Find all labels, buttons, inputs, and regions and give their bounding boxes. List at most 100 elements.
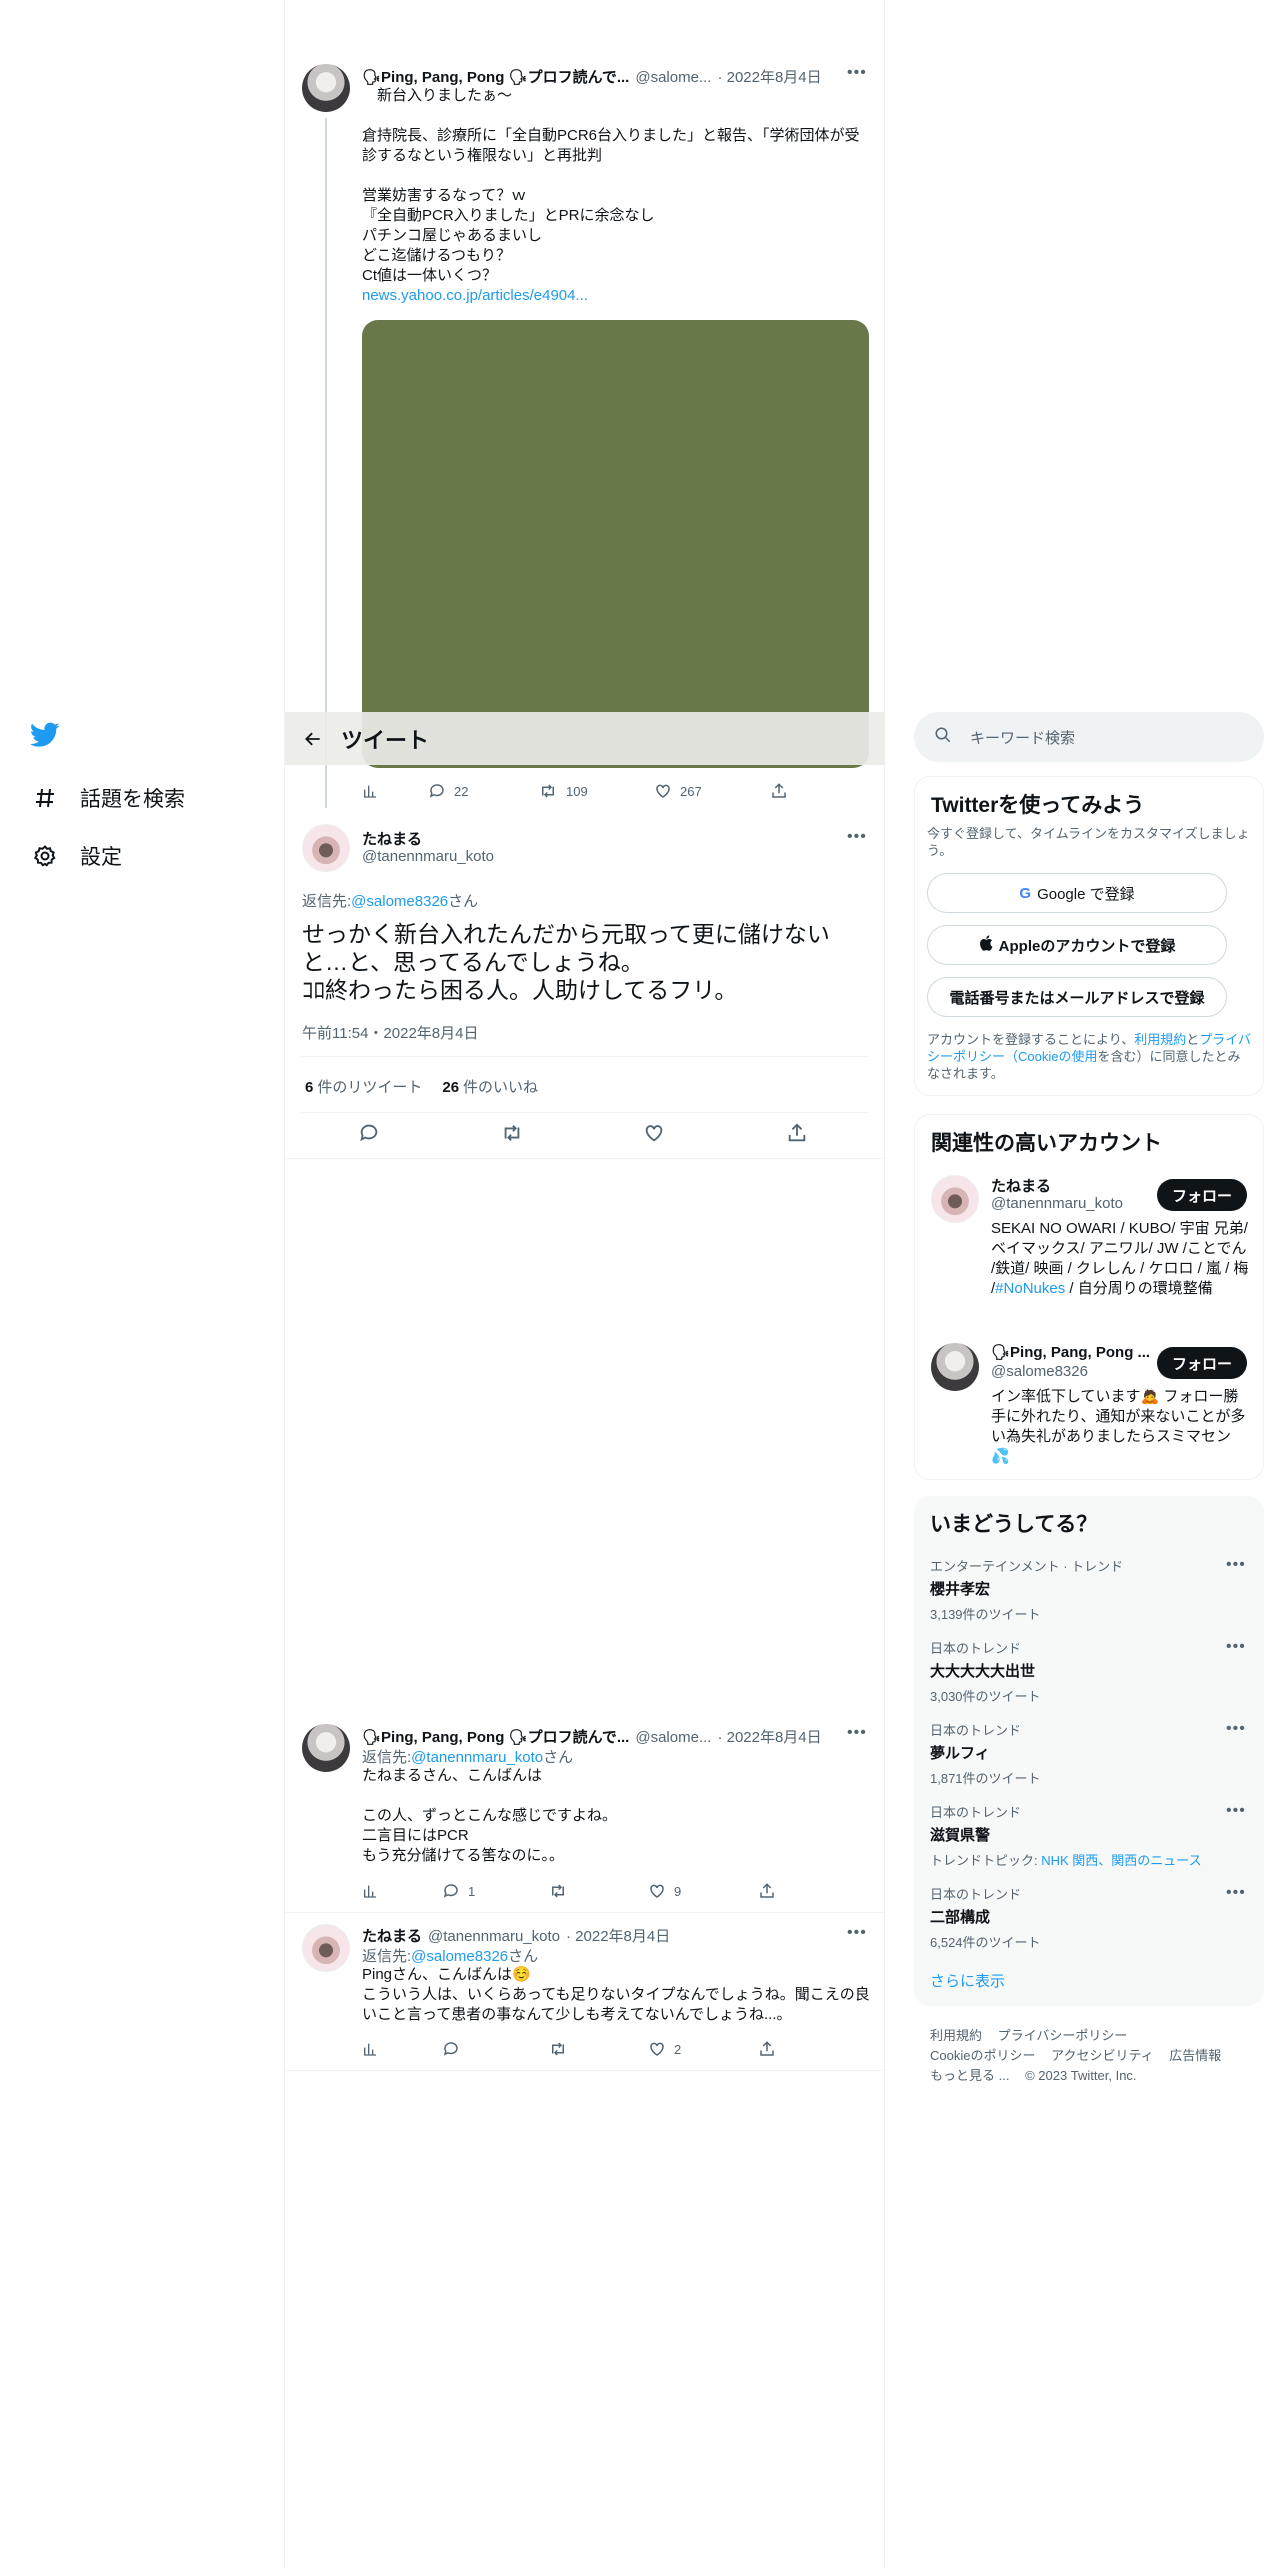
avatar[interactable] (302, 64, 350, 112)
article-link[interactable]: news.yahoo.co.jp/articles/e4904... (362, 286, 588, 306)
google-signup-button[interactable]: G Google で登録 (927, 873, 1227, 913)
retweet-icon[interactable] (501, 1122, 531, 1144)
avatar[interactable] (302, 824, 350, 872)
footer-link[interactable]: 広告情報 (1169, 2048, 1221, 2063)
more-icon[interactable]: ••• (1226, 1720, 1250, 1737)
footer: 利用規約 プライバシーポリシー Cookieのポリシー アクセシビリティ 広告情… (930, 2026, 1250, 2086)
trend-category: 日本のトレンド (930, 1805, 1022, 1820)
like-count: 9 (674, 1883, 682, 1899)
trend-item[interactable]: エンターテインメント · トレンド 櫻井孝宏 3,139件のツイート ••• (930, 1556, 1250, 1623)
nav-settings[interactable]: 設定 (30, 834, 122, 878)
reply-to-link[interactable]: @salome8326 (411, 1948, 508, 1965)
account-handle[interactable]: @salome8326 (991, 1363, 1088, 1380)
reply-context: 返信先: @tanennmaru_koto さん (362, 1746, 573, 1767)
nav-settings-label: 設定 (80, 846, 122, 869)
more-icon[interactable]: ••• (1226, 1802, 1250, 1819)
follow-button[interactable]: フォロー (1157, 1347, 1247, 1379)
retweet-stat-count: 6 (305, 1079, 314, 1096)
hashtag-link[interactable]: #NoNukes (995, 1280, 1065, 1297)
like-stat[interactable]: 26 件のいいね (442, 1076, 538, 1097)
footer-link[interactable]: アクセシビリティ (1051, 2048, 1154, 2063)
analytics-icon[interactable] (362, 783, 428, 799)
author-handle[interactable]: @salome... (635, 1729, 711, 1746)
like-button[interactable]: 2 (648, 2040, 758, 2058)
phone-signup-button[interactable]: 電話番号またはメールアドレスで登録 (927, 977, 1227, 1017)
divider (285, 1912, 885, 1913)
tweet-date[interactable]: · 2022年8月4日 (566, 1925, 670, 1946)
analytics-icon[interactable] (362, 2041, 442, 2057)
nav-explore[interactable]: 話題を検索 (30, 776, 185, 820)
tweet-media-image[interactable] (362, 320, 869, 768)
account-name[interactable]: たねまる (991, 1175, 1051, 1196)
footer-link[interactable]: 利用規約 (930, 2028, 982, 2043)
right-column: キーワード検索 Twitterを使ってみよう 今すぐ登録して、タイムラインをカス… (914, 0, 1264, 2568)
author-name[interactable]: 🗣Ping, Pang, Pong 🗣プロフ読んで... (362, 66, 629, 87)
search-icon (934, 726, 970, 748)
avatar[interactable] (931, 1175, 979, 1223)
avatar[interactable] (302, 1724, 350, 1772)
like-button[interactable]: 9 (648, 1882, 758, 1900)
more-icon[interactable]: ••• (847, 1924, 871, 1941)
more-icon[interactable]: ••• (1226, 1638, 1250, 1655)
reply-button[interactable]: 22 (428, 782, 538, 800)
like-button[interactable]: 267 (654, 782, 770, 800)
retweet-button[interactable]: 109 (538, 782, 654, 800)
share-icon[interactable] (758, 2040, 784, 2058)
reply-suffix: さん (448, 893, 479, 910)
apple-signup-button[interactable]: Appleのアカウントで登録 (927, 925, 1227, 965)
tweet-header: 🗣Ping, Pang, Pong 🗣プロフ読んで... @salome... … (362, 66, 822, 87)
like-count: 267 (680, 783, 702, 799)
trend-category: 日本のトレンド (930, 1723, 1022, 1738)
analytics-icon[interactable] (362, 1883, 442, 1899)
trend-item[interactable]: 日本のトレンド 二部構成 6,524件のツイート ••• (930, 1884, 1250, 1951)
retweet-button[interactable] (548, 1882, 648, 1900)
author-handle[interactable]: @salome... (635, 69, 711, 86)
trend-topic: トレンドトピック: NHK 関西、関西のニュース (930, 1850, 1250, 1869)
footer-link[interactable]: Cookieのポリシー (930, 2048, 1035, 2063)
reply-button[interactable] (442, 2040, 548, 2058)
trend-item[interactable]: 日本のトレンド 大大大大大出世 3,030件のツイート ••• (930, 1638, 1250, 1705)
footer-link[interactable]: プライバシーポリシー (998, 2028, 1128, 2043)
main-column: 🗣Ping, Pang, Pong 🗣プロフ読んで... @salome... … (284, 0, 885, 2568)
share-icon[interactable] (786, 1122, 816, 1144)
back-arrow-icon[interactable] (285, 729, 341, 749)
reply-icon[interactable] (358, 1122, 388, 1144)
tweet-date[interactable]: · 2022年8月4日 (717, 66, 821, 87)
avatar[interactable] (302, 1924, 350, 1972)
reply-button[interactable]: 1 (442, 1882, 548, 1900)
more-icon[interactable]: ••• (1226, 1556, 1250, 1573)
reply-suffix: さん (543, 1749, 574, 1766)
more-icon[interactable]: ••• (847, 1724, 871, 1741)
trend-item[interactable]: 日本のトレンド 夢ルフィ 1,871件のツイート ••• (930, 1720, 1250, 1787)
search-box[interactable]: キーワード検索 (914, 712, 1264, 762)
retweet-stat[interactable]: 6 件のリツイート (305, 1076, 422, 1097)
author-handle[interactable]: @tanennmaru_koto (428, 1928, 560, 1945)
like-count: 2 (674, 2041, 682, 2057)
account-name[interactable]: 🗣Ping, Pang, Pong ... (991, 1343, 1150, 1361)
reply-to-link[interactable]: @tanennmaru_koto (411, 1749, 543, 1766)
like-icon[interactable] (643, 1122, 673, 1144)
retweet-button[interactable] (548, 2040, 648, 2058)
account-handle[interactable]: @tanennmaru_koto (991, 1195, 1123, 1212)
avatar[interactable] (931, 1343, 979, 1391)
twitter-logo-icon[interactable] (29, 722, 66, 758)
terms-link[interactable]: 利用規約 (1134, 1032, 1186, 1047)
trend-name: 夢ルフィ (930, 1745, 990, 1762)
author-name[interactable]: たねまる (362, 1925, 422, 1946)
author-name[interactable]: 🗣Ping, Pang, Pong 🗣プロフ読んで... (362, 1726, 629, 1747)
footer-more-link[interactable]: もっと見る ... (930, 2068, 1009, 2083)
share-icon[interactable] (758, 1882, 784, 1900)
timestamp[interactable]: 午前11:54・2022年8月4日 (302, 1022, 478, 1043)
trend-topic-link[interactable]: NHK 関西、関西のニュース (1041, 1853, 1201, 1868)
trend-item[interactable]: 日本のトレンド 滋賀県警 トレンドトピック: NHK 関西、関西のニュース ••… (930, 1802, 1250, 1869)
author-handle[interactable]: @tanennmaru_koto (362, 848, 494, 865)
more-icon[interactable]: ••• (847, 64, 871, 81)
more-icon[interactable]: ••• (1226, 1884, 1250, 1901)
author-name[interactable]: たねまる (362, 828, 422, 849)
show-more-link[interactable]: さらに表示 (930, 1970, 1005, 1991)
more-icon[interactable]: ••• (847, 828, 871, 845)
share-icon[interactable] (770, 782, 796, 800)
tweet-date[interactable]: · 2022年8月4日 (717, 1726, 821, 1747)
follow-button[interactable]: フォロー (1157, 1179, 1247, 1211)
reply-to-link[interactable]: @salome8326 (351, 893, 448, 910)
